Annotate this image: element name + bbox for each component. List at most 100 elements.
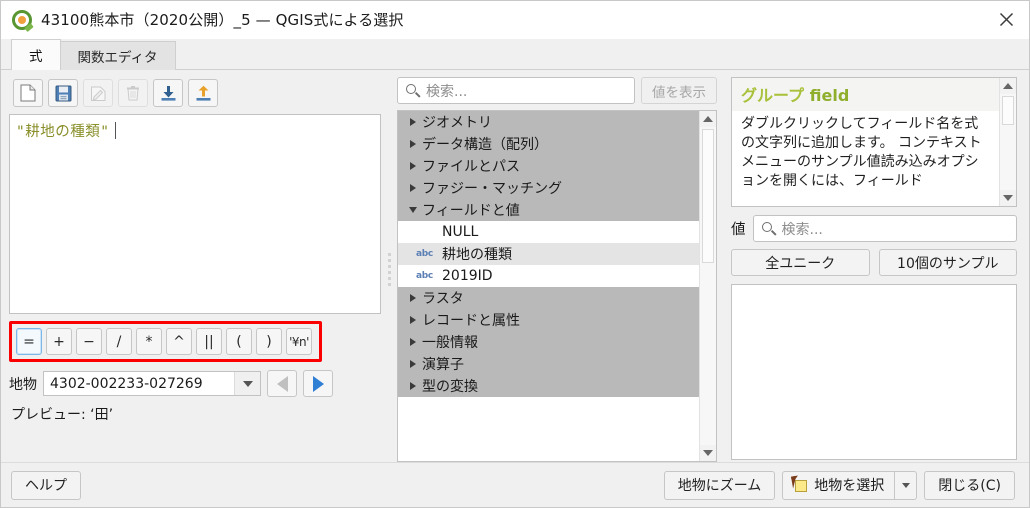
all-unique-button[interactable]: 全ユニーク	[731, 249, 870, 276]
value-search-row: 値 検索...	[731, 215, 1017, 242]
chevron-right-icon[interactable]	[404, 316, 422, 324]
help-button[interactable]: ヘルプ	[11, 470, 81, 500]
search-placeholder: 検索...	[426, 83, 468, 100]
tree-item-files-paths[interactable]: ファイルとパス	[398, 155, 699, 177]
operator-open-paren[interactable]: (	[226, 328, 252, 355]
scroll-down-icon[interactable]	[1000, 190, 1016, 206]
help-content: グループ field ダブルクリックしてフィールド名を式の文字列に追加します。 …	[732, 78, 999, 206]
tree-scrollbar[interactable]	[699, 111, 716, 461]
operator-multiply-label: *	[145, 333, 153, 350]
scroll-thumb[interactable]	[702, 129, 714, 263]
search-icon	[761, 222, 777, 236]
expression-text-editor[interactable]: "耕地の種類"	[9, 114, 381, 314]
select-features-button[interactable]: 地物を選択	[782, 470, 896, 500]
chevron-right-icon[interactable]	[404, 162, 422, 170]
operator-divide[interactable]: /	[106, 328, 132, 355]
sample-values-label: 10個のサンプル	[897, 255, 999, 272]
tree-item-label: ジオメトリ	[422, 115, 492, 131]
search-input[interactable]: 検索...	[397, 77, 635, 104]
search-icon	[406, 84, 421, 98]
operator-buttons-annotation: = + − / * ^ || ( ) '¥n'	[9, 321, 322, 362]
tree-item-label: 一般情報	[422, 335, 478, 351]
close-button[interactable]: 閉じる(C)	[924, 470, 1015, 500]
scroll-track[interactable]	[700, 127, 716, 445]
zoom-to-features-button[interactable]: 地物にズーム	[663, 470, 776, 500]
close-icon[interactable]	[983, 1, 1029, 39]
close-button-label: 閉じる(C)	[938, 478, 1001, 494]
operator-multiply[interactable]: *	[136, 328, 162, 355]
tree-item-raster[interactable]: ラスタ	[398, 287, 699, 309]
chevron-right-icon[interactable]	[404, 118, 422, 126]
chevron-right-icon[interactable]	[404, 184, 422, 192]
select-features-label: 地物を選択	[814, 478, 885, 494]
tree-item-operators[interactable]: 演算子	[398, 353, 699, 375]
new-file-icon[interactable]	[13, 79, 43, 107]
operator-newline[interactable]: '¥n'	[286, 328, 312, 355]
scroll-down-icon[interactable]	[700, 445, 716, 461]
chevron-right-icon[interactable]	[404, 382, 422, 390]
values-search-placeholder: 検索...	[781, 221, 823, 238]
next-feature-button[interactable]	[303, 370, 333, 397]
chevron-right-icon[interactable]	[404, 294, 422, 302]
operator-concat-label: ||	[204, 333, 214, 350]
all-unique-label: 全ユニーク	[765, 255, 836, 272]
tree-item-fields-values[interactable]: フィールドと値	[398, 199, 699, 221]
scroll-track[interactable]	[1000, 94, 1016, 190]
feature-combo[interactable]: 4302-002233-027269	[43, 371, 261, 396]
chevron-down-icon[interactable]	[234, 372, 260, 395]
export-up-arrow-icon[interactable]	[188, 79, 218, 107]
tree-item-field-2019id[interactable]: abc 2019ID	[398, 265, 699, 287]
chevron-down-icon[interactable]	[404, 207, 422, 213]
tree-item-conversions[interactable]: 型の変換	[398, 375, 699, 397]
scroll-up-icon[interactable]	[1000, 78, 1016, 94]
select-features-dropdown[interactable]	[895, 470, 918, 500]
tree-item-fuzzy-matching[interactable]: ファジー・マッチング	[398, 177, 699, 199]
tab-expression[interactable]: 式	[11, 39, 61, 70]
tree-item-label: 演算子	[422, 357, 464, 373]
tree-item-field-kouchi[interactable]: abc 耕地の種類	[398, 243, 699, 265]
values-search-input[interactable]: 検索...	[752, 215, 1017, 242]
tab-function-editor[interactable]: 関数エディタ	[59, 41, 176, 70]
operator-close-paren[interactable]: )	[256, 328, 282, 355]
import-down-arrow-icon[interactable]	[153, 79, 183, 107]
values-list[interactable]	[731, 284, 1017, 460]
show-values-button: 値を表示	[641, 77, 717, 104]
operator-equals-label: =	[23, 333, 35, 350]
chevron-right-icon[interactable]	[404, 140, 422, 148]
help-body: ダブルクリックしてフィールド名を式の文字列に追加します。 コンテキストメニューの…	[741, 116, 982, 189]
operator-equals[interactable]: =	[16, 328, 42, 355]
help-button-label: ヘルプ	[25, 478, 67, 494]
tree-item-label: フィールドと値	[422, 203, 520, 219]
help-scrollbar[interactable]	[999, 78, 1016, 206]
feature-selector-row: 地物 4302-002233-027269	[9, 370, 381, 397]
tree-item-null[interactable]: NULL	[398, 221, 699, 243]
tab-function-editor-label: 関数エディタ	[77, 50, 158, 66]
expression-panel: "耕地の種類" = + − / * ^ || ( ) '¥n' 地物 4302-…	[9, 77, 381, 462]
panel-splitter[interactable]	[381, 77, 397, 462]
operator-newline-label: '¥n'	[289, 334, 309, 349]
select-features-icon	[791, 474, 808, 493]
expression-dialog: 43100熊本市（2020公開）_5 — QGIS式による選択 式 関数エディタ	[0, 0, 1030, 508]
operator-concat[interactable]: ||	[196, 328, 222, 355]
help-title-group: グループ	[741, 86, 805, 105]
tree-item-label: ファイルとパス	[422, 159, 520, 175]
expression-tree[interactable]: ジオメトリ データ構造（配列） ファイルとパス ファジー・マッチング フィールド…	[397, 110, 717, 462]
text-caret	[115, 122, 117, 139]
tree-item-label: 2019ID	[442, 268, 493, 284]
save-floppy-icon[interactable]	[48, 79, 78, 107]
tree-item-geometry[interactable]: ジオメトリ	[398, 111, 699, 133]
tree-item-data-structures[interactable]: データ構造（配列）	[398, 133, 699, 155]
edit-pencil-icon	[83, 79, 113, 107]
operator-plus[interactable]: +	[46, 328, 72, 355]
scroll-up-icon[interactable]	[700, 111, 716, 127]
tree-item-records-attributes[interactable]: レコードと属性	[398, 309, 699, 331]
dialog-body: "耕地の種類" = + − / * ^ || ( ) '¥n' 地物 4302-…	[1, 70, 1029, 462]
dialog-footer: ヘルプ 地物にズーム 地物を選択 閉じる(C)	[1, 462, 1029, 507]
tree-item-general[interactable]: 一般情報	[398, 331, 699, 353]
operator-minus[interactable]: −	[76, 328, 102, 355]
scroll-thumb[interactable]	[1002, 96, 1014, 125]
chevron-right-icon[interactable]	[404, 360, 422, 368]
chevron-right-icon[interactable]	[404, 338, 422, 346]
sample-values-button[interactable]: 10個のサンプル	[878, 249, 1017, 276]
operator-power[interactable]: ^	[166, 328, 192, 355]
